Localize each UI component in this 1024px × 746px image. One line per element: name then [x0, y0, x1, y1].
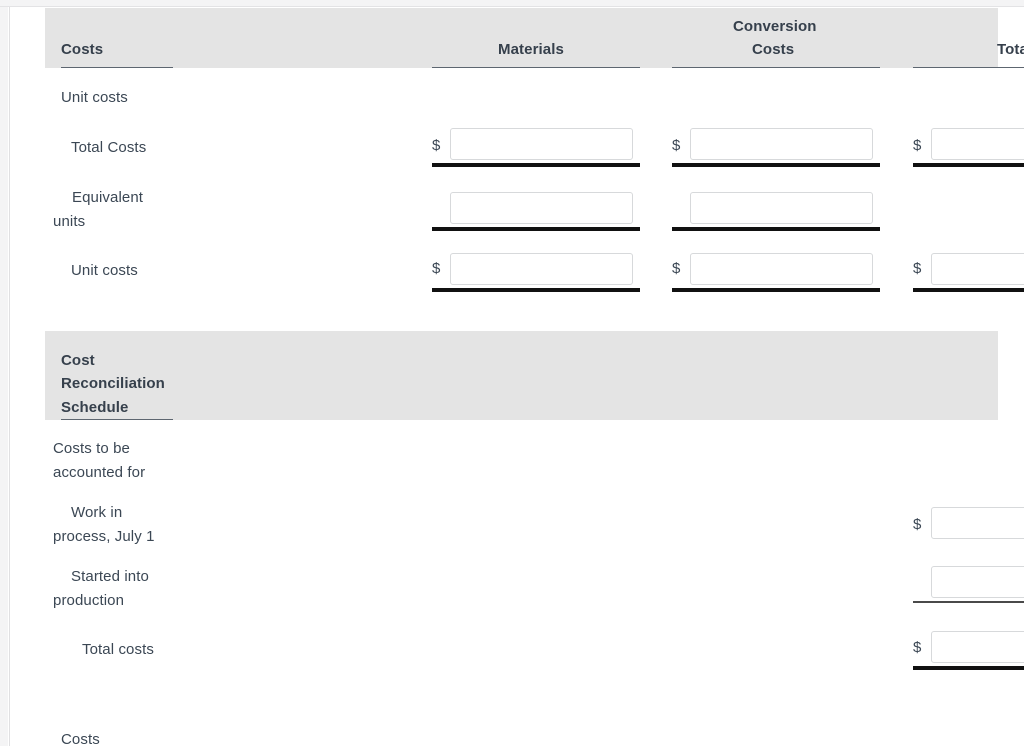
input-unit-costs-materials[interactable] — [450, 253, 633, 285]
currency-symbol-conversion-total-costs: $ — [672, 137, 681, 154]
rule-unit-costs-conversion — [672, 288, 880, 292]
rule-total-costs-materials — [432, 163, 640, 167]
section-title-costs-trailing: Costs — [61, 731, 100, 746]
row-label-total-costs: Total Costs — [71, 139, 147, 156]
input-total-costs-recon-total[interactable] — [931, 631, 1024, 663]
input-unit-costs-total[interactable] — [931, 253, 1024, 285]
input-total-costs-total[interactable] — [931, 128, 1024, 160]
section-title-crs-line2: Reconciliation — [61, 375, 165, 392]
row-label-total-costs-recon: Total costs — [82, 641, 154, 658]
currency-symbol-materials-unit-costs: $ — [432, 260, 441, 277]
subtitle-costs-to-be-accounted-for: Costs to be accounted for — [53, 440, 146, 481]
currency-symbol-total-costs-recon: $ — [913, 639, 922, 656]
rule-unit-costs-total — [913, 288, 1024, 292]
currency-symbol-conversion-unit-costs: $ — [672, 260, 681, 277]
column-header-total-rule — [913, 67, 1024, 68]
worksheet-scroll-area[interactable]: Costs Materials Conversion Costs Total U… — [10, 7, 1024, 746]
rule-equivalent-units-materials — [432, 227, 640, 231]
column-header-conversion-line2: Costs — [752, 41, 795, 58]
left-gutter — [0, 7, 8, 746]
rule-total-costs-recon-total — [913, 666, 1024, 670]
rule-total-costs-total — [913, 163, 1024, 167]
input-unit-costs-conversion[interactable] — [690, 253, 873, 285]
row-label-unit-costs: Unit costs — [71, 262, 138, 279]
currency-symbol-wip-july-1: $ — [913, 516, 922, 533]
section-title-unit-costs: Unit costs — [61, 89, 128, 106]
input-started-into-production-total[interactable] — [931, 566, 1024, 598]
section-title-crs-rule — [61, 419, 173, 420]
currency-symbol-total-unit-costs: $ — [913, 260, 922, 277]
column-header-costs-rule — [61, 67, 173, 68]
cost-reconciliation-schedule-band — [45, 331, 998, 420]
rule-started-into-production-total — [913, 601, 1024, 603]
row-label-equivalent-units: Equivalent units — [53, 189, 144, 230]
column-header-conversion-rule — [672, 67, 880, 68]
column-header-materials-rule — [432, 67, 640, 68]
rule-unit-costs-materials — [432, 288, 640, 292]
currency-symbol-total-total-costs: $ — [913, 137, 922, 154]
rule-total-costs-conversion — [672, 163, 880, 167]
column-header-total: Total — [997, 41, 1024, 58]
section-title-crs-line3: Schedule — [61, 399, 129, 416]
window-top-strip — [0, 0, 1024, 7]
currency-symbol-materials-total-costs: $ — [432, 137, 441, 154]
section-title-crs-line1: Cost — [61, 352, 95, 369]
input-wip-july-1-total[interactable] — [931, 507, 1024, 539]
row-label-wip-july-1: Work in process, July 1 — [53, 504, 155, 545]
column-header-conversion-line1: Conversion — [733, 18, 817, 35]
input-total-costs-conversion[interactable] — [690, 128, 873, 160]
input-equivalent-units-materials[interactable] — [450, 192, 633, 224]
column-header-costs: Costs — [61, 41, 104, 58]
input-equivalent-units-conversion[interactable] — [690, 192, 873, 224]
column-header-materials: Materials — [498, 41, 564, 58]
row-label-started-into-production: Started into production — [53, 568, 149, 609]
rule-equivalent-units-conversion — [672, 227, 880, 231]
input-total-costs-materials[interactable] — [450, 128, 633, 160]
